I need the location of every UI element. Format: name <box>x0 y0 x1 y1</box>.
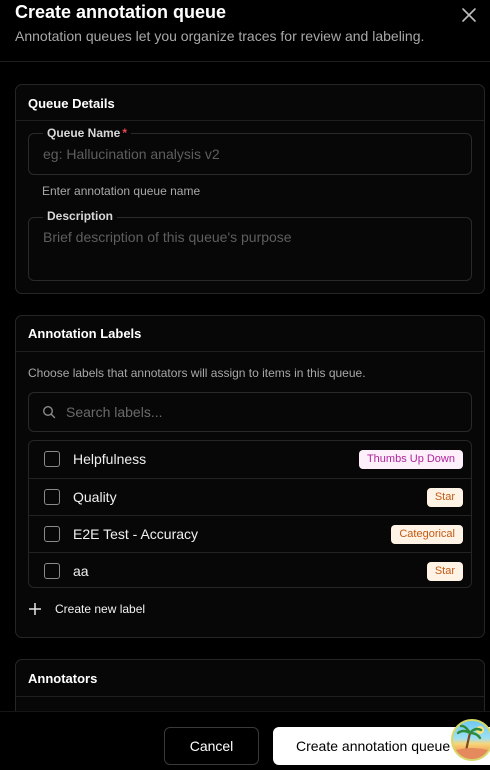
list-item[interactable]: Quality Star <box>29 478 471 515</box>
list-item[interactable]: E2E Test - Accuracy Categorical <box>29 515 471 552</box>
label-search-input[interactable]: Search labels... <box>28 392 472 432</box>
cancel-button[interactable]: Cancel <box>164 727 259 765</box>
label-type-badge: Categorical <box>391 525 463 544</box>
label-type-badge: Thumbs Up Down <box>358 450 463 469</box>
plus-icon <box>29 603 41 615</box>
dialog-subtitle: Annotation queues let you organize trace… <box>15 28 425 44</box>
description-label: Description <box>43 209 118 223</box>
label-type-badge: Star <box>426 488 463 507</box>
queue-details-title: Queue Details <box>28 96 115 111</box>
label-checkbox[interactable] <box>44 563 60 579</box>
description-placeholder: Brief description of this queue's purpos… <box>43 229 292 245</box>
card-divider <box>16 120 484 121</box>
queue-name-helper: Enter annotation queue name <box>42 184 201 198</box>
dialog-header: Create annotation queue Annotation queue… <box>0 0 490 62</box>
label-checkbox[interactable] <box>44 526 60 542</box>
label-checkbox[interactable] <box>44 451 60 467</box>
annotators-title: Annotators <box>28 671 98 686</box>
close-icon[interactable] <box>460 6 478 24</box>
create-new-label-text: Create new label <box>55 602 146 616</box>
avatar[interactable] <box>451 719 490 761</box>
dialog-footer: Cancel Create annotation queue <box>0 711 490 770</box>
annotation-labels-hint: Choose labels that annotators will assig… <box>28 366 366 380</box>
label-list: Helpfulness Thumbs Up Down Quality Star … <box>28 440 472 588</box>
search-icon <box>42 405 56 419</box>
search-placeholder: Search labels... <box>66 404 163 420</box>
label-type-badge: Star <box>426 562 463 581</box>
label-checkbox[interactable] <box>44 489 60 505</box>
queue-name-label: Queue Name * <box>43 126 132 140</box>
card-divider <box>16 351 484 352</box>
list-item[interactable]: aa Star <box>29 552 471 587</box>
queue-name-placeholder: eg: Hallucination analysis v2 <box>43 146 220 162</box>
dialog-title: Create annotation queue <box>15 2 227 22</box>
card-divider <box>16 696 484 697</box>
annotation-labels-title: Annotation Labels <box>28 326 142 341</box>
description-field[interactable]: Brief description of this queue's purpos… <box>28 217 472 281</box>
queue-name-label-text: Queue Name <box>47 126 121 140</box>
queue-details-card: Queue Details eg: Hallucination analysis… <box>15 84 485 294</box>
label-name: aa <box>73 563 89 579</box>
label-name: Quality <box>73 489 117 505</box>
label-name: E2E Test - Accuracy <box>73 526 199 542</box>
label-name: Helpfulness <box>73 451 147 467</box>
annotation-labels-card: Annotation Labels Choose labels that ann… <box>15 315 485 638</box>
palm-tree-icon <box>453 724 490 759</box>
required-mark: * <box>122 126 128 140</box>
list-item[interactable]: Helpfulness Thumbs Up Down <box>29 441 471 478</box>
